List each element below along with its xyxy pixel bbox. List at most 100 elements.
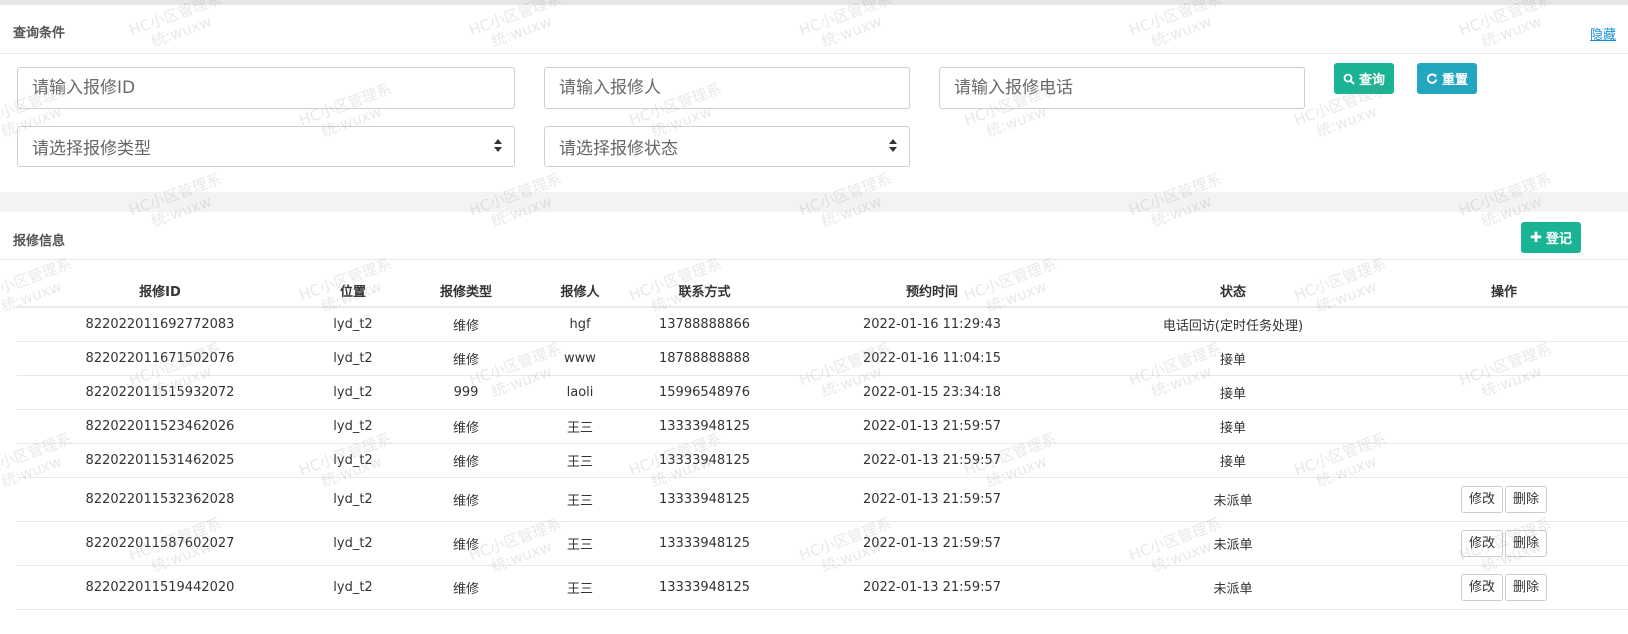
cell-phone: 13333948125 <box>631 565 778 610</box>
column-header: 报修人 <box>529 274 631 308</box>
cell-phone: 18788888888 <box>631 341 778 376</box>
repair-id-input[interactable] <box>32 78 500 98</box>
cell-actions: 修改 删除 <box>1380 521 1628 566</box>
column-header: 状态 <box>1086 274 1380 308</box>
cell-repair-id: 822022011519442020 <box>17 565 303 610</box>
cell-repair-id: 822022011692772083 <box>17 307 303 342</box>
reset-button[interactable]: 重置 <box>1417 63 1477 94</box>
cell-repair-id: 822022011671502076 <box>17 341 303 376</box>
cell-location: lyd_t2 <box>303 409 403 444</box>
cell-time: 2022-01-13 21:59:57 <box>778 477 1086 522</box>
divider <box>0 259 1628 260</box>
reset-button-label: 重置 <box>1441 73 1468 88</box>
repair-status-select[interactable]: 请选择报修状态 <box>544 126 910 167</box>
cell-person: www <box>529 341 631 376</box>
cell-status: 接单 <box>1086 409 1380 444</box>
cell-phone: 15996548976 <box>631 375 778 410</box>
cell-person: 王三 <box>529 409 631 444</box>
repair-status-select-value: 请选择报修状态 <box>559 139 678 159</box>
cell-type: 维修 <box>403 409 529 444</box>
cell-time: 2022-01-16 11:29:43 <box>778 307 1086 342</box>
repair-list-title: 报修信息 <box>13 234 66 249</box>
cell-location: lyd_t2 <box>303 477 403 522</box>
repair-phone-input[interactable] <box>954 78 1290 98</box>
cell-type: 维修 <box>403 443 529 478</box>
column-header: 位置 <box>303 274 403 308</box>
cell-person: 王三 <box>529 477 631 522</box>
cell-person: hgf <box>529 307 631 342</box>
repair-list-panel: 报修信息 报修ID 位置 报修类型 报修人 联系方式 预约时间 状态 操作 82… <box>0 212 1628 634</box>
cell-status: 接单 <box>1086 375 1380 410</box>
query-button-label: 查询 <box>1358 73 1385 88</box>
cell-repair-id: 822022011532362028 <box>17 477 303 522</box>
repair-type-select-value: 请选择报修类型 <box>32 139 151 159</box>
cell-person: 王三 <box>529 443 631 478</box>
cell-time: 2022-01-13 21:59:57 <box>778 443 1086 478</box>
query-button[interactable]: 查询 <box>1334 63 1394 94</box>
cell-type: 维修 <box>403 341 529 376</box>
search-panel-title: 查询条件 <box>13 26 66 41</box>
cell-type: 999 <box>403 375 529 410</box>
table-row: 822022011587602027 lyd_t2 维修 王三 13333948… <box>17 521 1628 566</box>
cell-type: 维修 <box>403 521 529 566</box>
cell-actions <box>1380 375 1628 410</box>
edit-button[interactable]: 修改 <box>1460 574 1503 601</box>
cell-type: 维修 <box>403 307 529 342</box>
delete-button[interactable]: 删除 <box>1505 530 1548 557</box>
table-row: 822022011671502076 lyd_t2 维修 www 1878888… <box>17 341 1628 376</box>
delete-button[interactable]: 删除 <box>1505 486 1548 513</box>
cell-location: lyd_t2 <box>303 307 403 342</box>
cell-time: 2022-01-13 21:59:57 <box>778 521 1086 566</box>
cell-location: lyd_t2 <box>303 443 403 478</box>
cell-time: 2022-01-15 23:34:18 <box>778 375 1086 410</box>
cell-person: laoli <box>529 375 631 410</box>
cell-status: 未派单 <box>1086 521 1380 566</box>
repair-table: 报修ID 位置 报修类型 报修人 联系方式 预约时间 状态 操作 8220220… <box>17 274 1628 610</box>
repair-type-select[interactable]: 请选择报修类型 <box>17 126 515 167</box>
refresh-icon <box>1426 73 1438 84</box>
table-row: 822022011531462025 lyd_t2 维修 王三 13333948… <box>17 443 1628 478</box>
table-row: 822022011515932072 lyd_t2 999 laoli 1599… <box>17 375 1628 410</box>
table-row: 822022011523462026 lyd_t2 维修 王三 13333948… <box>17 409 1628 444</box>
repair-person-field[interactable] <box>544 67 910 109</box>
delete-button[interactable]: 删除 <box>1505 574 1548 601</box>
hide-link[interactable]: 隐藏 <box>1590 24 1616 43</box>
search-icon <box>1343 73 1355 85</box>
divider <box>0 53 1628 54</box>
column-header: 报修类型 <box>403 274 529 308</box>
table-row: 822022011532362028 lyd_t2 维修 王三 13333948… <box>17 477 1628 522</box>
table-row: 822022011692772083 lyd_t2 维修 hgf 1378888… <box>17 307 1628 342</box>
cell-time: 2022-01-16 11:04:15 <box>778 341 1086 376</box>
table-row: 822022011519442020 lyd_t2 维修 王三 13333948… <box>17 565 1628 610</box>
cell-phone: 13333948125 <box>631 443 778 478</box>
cell-person: 王三 <box>529 565 631 610</box>
edit-button[interactable]: 修改 <box>1460 530 1503 557</box>
cell-phone: 13333948125 <box>631 521 778 566</box>
cell-status: 接单 <box>1086 341 1380 376</box>
table-header-row: 报修ID 位置 报修类型 报修人 联系方式 预约时间 状态 操作 <box>17 274 1628 308</box>
cell-actions <box>1380 341 1628 376</box>
repair-person-input[interactable] <box>559 78 895 98</box>
search-panel: 查询条件 隐藏 请选择报修类型 请选择报修状态 <box>0 5 1628 192</box>
cell-status: 接单 <box>1086 443 1380 478</box>
edit-button[interactable]: 修改 <box>1460 486 1503 513</box>
column-header: 操作 <box>1380 274 1628 308</box>
cell-location: lyd_t2 <box>303 565 403 610</box>
cell-type: 维修 <box>403 565 529 610</box>
cell-location: lyd_t2 <box>303 521 403 566</box>
cell-phone: 13333948125 <box>631 477 778 522</box>
cell-person: 王三 <box>529 521 631 566</box>
cell-repair-id: 822022011531462025 <box>17 443 303 478</box>
cell-location: lyd_t2 <box>303 341 403 376</box>
cell-repair-id: 822022011587602027 <box>17 521 303 566</box>
cell-repair-id: 822022011515932072 <box>17 375 303 410</box>
cell-actions: 修改 删除 <box>1380 565 1628 610</box>
cell-phone: 13333948125 <box>631 409 778 444</box>
cell-actions <box>1380 307 1628 342</box>
repair-id-field[interactable] <box>17 67 515 109</box>
column-header: 联系方式 <box>631 274 778 308</box>
column-header: 报修ID <box>17 274 303 308</box>
add-repair-button[interactable]: ✚ 登记 <box>1521 222 1581 253</box>
repair-phone-field[interactable] <box>939 67 1305 109</box>
plus-icon: ✚ <box>1530 229 1542 246</box>
